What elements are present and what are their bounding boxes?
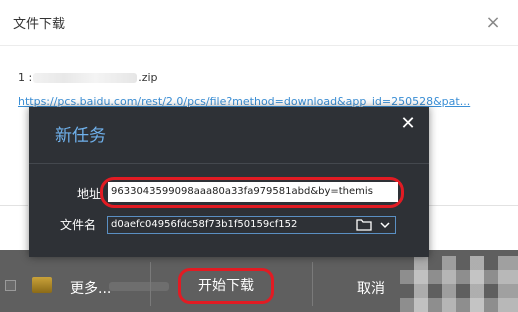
file-entry: 1 : .zip	[18, 71, 158, 84]
address-label: 地址	[77, 187, 102, 201]
blurred-label	[109, 282, 169, 291]
cancel-button[interactable]: 取消	[357, 278, 385, 298]
button-divider	[312, 262, 313, 306]
folder-icon[interactable]	[356, 218, 372, 232]
bottom-checkbox[interactable]	[5, 280, 16, 291]
file-download-title: 文件下载	[13, 17, 66, 32]
app-icon	[32, 277, 52, 293]
dialog-divider	[29, 163, 429, 164]
new-task-title: 新任务	[55, 126, 106, 146]
chevron-down-icon[interactable]	[378, 218, 392, 232]
button-divider	[150, 262, 151, 306]
address-input[interactable]: 9633043599098aaa80a33fa979581abd&by=them…	[108, 182, 398, 202]
file-index: 1 :	[18, 71, 33, 84]
file-download-close-icon[interactable]: ×	[481, 12, 505, 36]
new-task-dialog: 新任务 ✕ 地址 9633043599098aaa80a33fa979581ab…	[29, 107, 429, 257]
blurred-filename	[33, 73, 138, 83]
filename-label: 文件名	[60, 218, 97, 232]
file-download-header: 文件下载 ×	[0, 0, 518, 46]
close-icon[interactable]: ✕	[397, 114, 419, 136]
filename-input[interactable]: d0aefc04956fdc58f73b1f50159cf152	[109, 217, 349, 233]
start-download-button[interactable]: 开始下载	[178, 268, 274, 304]
mosaic-overlay	[400, 256, 518, 312]
file-extension: .zip	[138, 71, 158, 84]
background-strip-right	[429, 205, 518, 250]
background-strip-left	[0, 205, 28, 250]
more-button[interactable]: 更多...	[70, 278, 111, 298]
